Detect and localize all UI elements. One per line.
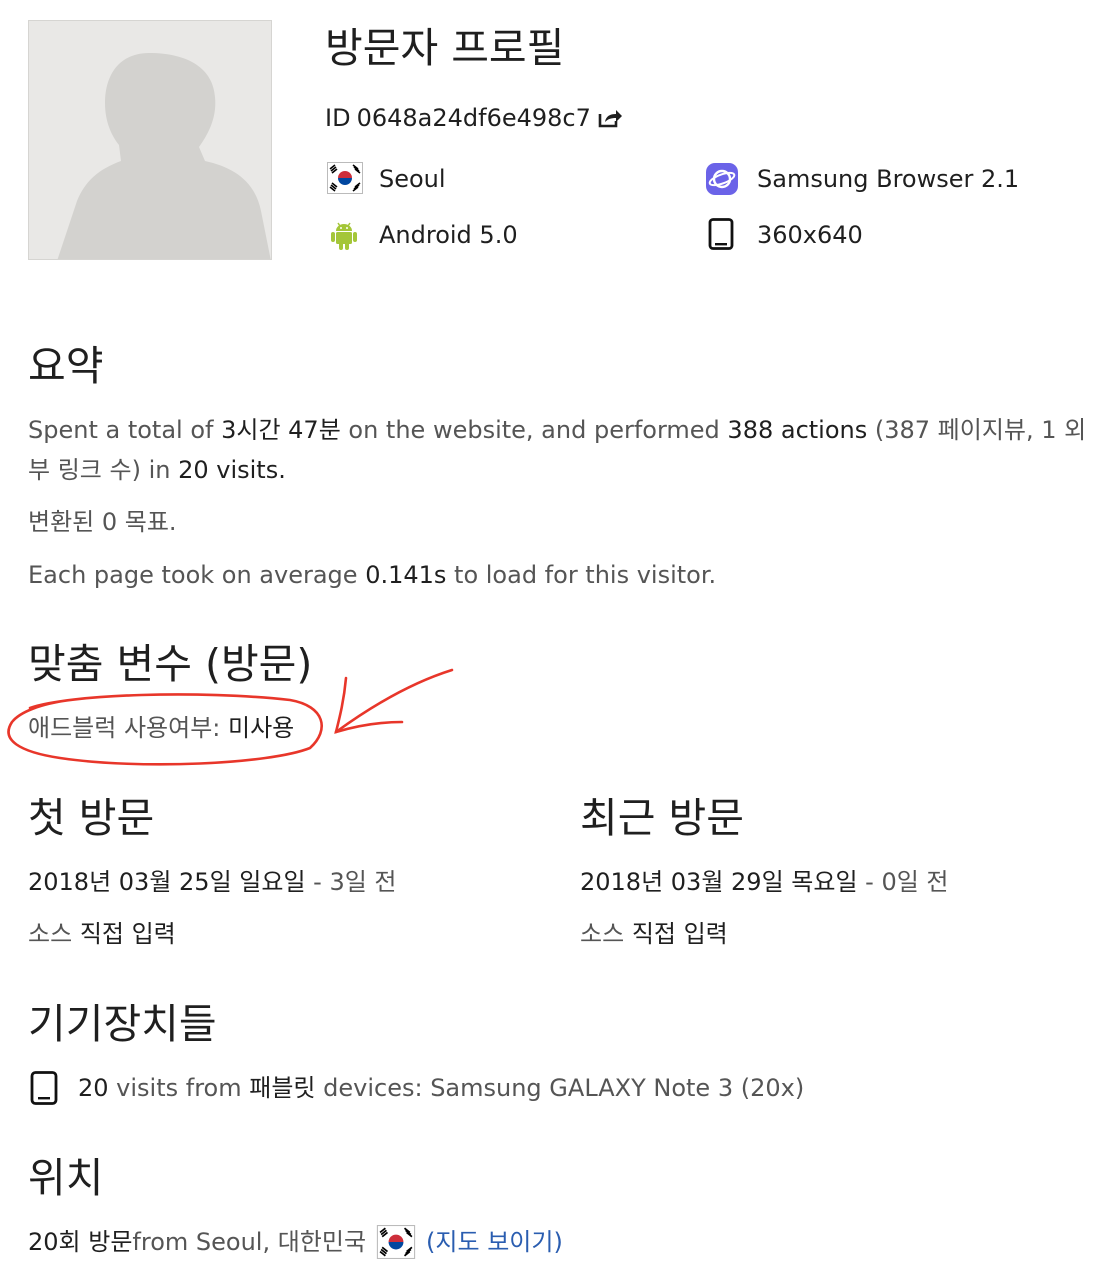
location-row: 20회 방문 from Seoul, 대한민국 (지도 보이기) [28, 1222, 563, 1262]
summary-text-pre: Spent a total of [28, 416, 222, 444]
summary-text-paren: (387 페이지뷰, 1 외 [867, 416, 1087, 444]
korea-flag-icon [327, 162, 363, 196]
last-visit-source-label: 소스 [580, 920, 625, 948]
visitor-location: Seoul [327, 162, 446, 196]
resolution-text: 360x640 [757, 221, 863, 249]
visitor-id: ID 0648a24df6e498c7 [325, 102, 623, 134]
summary-text-paren2: 부 링크 수) in [28, 456, 179, 484]
device-visit-count: 20 [78, 1074, 109, 1102]
tablet-icon [30, 1071, 58, 1105]
first-visit-heading: 첫 방문 [28, 794, 155, 842]
annotation-circle-arrow [7, 668, 454, 766]
os-text: Android 5.0 [379, 221, 518, 249]
load-text-post: to load for this visitor. [446, 561, 717, 589]
browser-text: Samsung Browser 2.1 [757, 165, 1020, 193]
location-text: Seoul [379, 165, 446, 193]
first-visit-ago: 3일 전 [329, 868, 397, 896]
person-silhouette-icon [29, 21, 271, 259]
device-model: Samsung GALAXY Note 3 (20x) [430, 1074, 805, 1102]
summary-text-end: . [278, 456, 286, 484]
first-visit-source-row: 소스 직접 입력 [28, 914, 176, 954]
device-type: 패블릿 [249, 1074, 316, 1102]
android-icon [327, 218, 361, 252]
first-visit-date: 2018년 03월 25일 일요일 [28, 868, 306, 896]
page-load-text: Each page took on average 0.141s to load… [28, 555, 716, 595]
first-visit-source-label: 소스 [28, 920, 73, 948]
first-visit-source-value: 직접 입력 [79, 920, 176, 948]
visitor-id-value: 0648a24df6e498c7 [356, 104, 591, 132]
total-time: 3시간 47분 [221, 416, 341, 444]
tablet-icon [705, 218, 739, 252]
page-title: 방문자 프로필 [325, 24, 565, 72]
visitor-os: Android 5.0 [327, 218, 518, 252]
last-visit-heading: 최근 방문 [580, 794, 744, 842]
location-heading: 위치 [28, 1154, 104, 1202]
last-visit-source-value: 직접 입력 [631, 920, 728, 948]
devices-heading: 기기장치들 [28, 1000, 217, 1048]
samsung-browser-icon [705, 162, 739, 196]
last-visit-sep: - [857, 868, 882, 896]
device-text-2: devices: [315, 1074, 431, 1102]
last-visit-source-row: 소스 직접 입력 [580, 914, 728, 954]
show-map-link[interactable]: (지도 보이기) [426, 1222, 563, 1262]
device-text-1: visits from [108, 1074, 250, 1102]
total-visits: 20 visits [178, 456, 279, 484]
visitor-resolution: 360x640 [705, 218, 863, 252]
summary-text-mid: on the website, and performed [340, 416, 728, 444]
summary-heading: 요약 [28, 342, 104, 390]
last-visit-ago: 0일 전 [881, 868, 949, 896]
location-from: from Seoul, 대한민국 [132, 1228, 367, 1256]
korea-flag-icon [374, 1225, 418, 1259]
first-visit-date-row: 2018년 03월 25일 일요일 - 3일 전 [28, 862, 397, 902]
last-visit-date-row: 2018년 03월 29일 목요일 - 0일 전 [580, 862, 949, 902]
total-actions: 388 actions [727, 416, 868, 444]
last-visit-date: 2018년 03월 29일 목요일 [580, 868, 858, 896]
conversions-text: 변환된 0 목표. [28, 508, 177, 536]
summary-text: Spent a total of 3시간 47분 on the website,… [28, 410, 1093, 490]
location-visit-count: 20회 방문 [28, 1228, 133, 1256]
visitor-avatar [28, 20, 272, 260]
visitor-browser: Samsung Browser 2.1 [705, 162, 1019, 196]
load-text-pre: Each page took on average [28, 561, 366, 589]
avg-load-time: 0.141s [365, 561, 447, 589]
external-link-icon[interactable] [597, 107, 623, 129]
visitor-id-label: ID [325, 104, 351, 132]
first-visit-sep: - [305, 868, 330, 896]
device-row: 20 visits from 패블릿 devices: Samsung GALA… [30, 1068, 804, 1108]
